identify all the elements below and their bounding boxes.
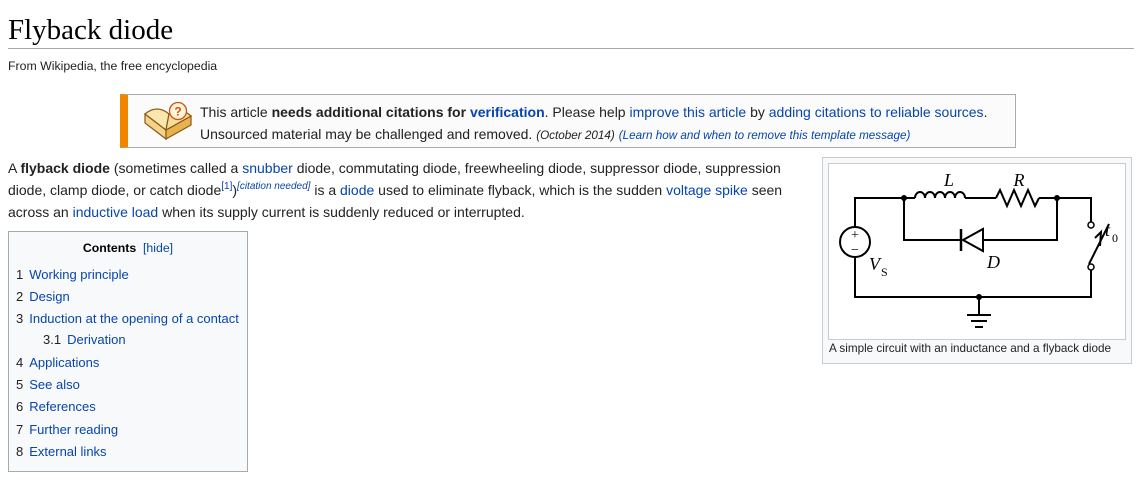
wire-top-left	[854, 197, 904, 227]
toc-hide-toggle[interactable]: [hide]	[143, 241, 173, 255]
book-question-icon: ?	[144, 101, 193, 141]
toc-item-derivation[interactable]: 3.1 Derivation	[43, 332, 126, 347]
inductive-load-link[interactable]: inductive load	[73, 204, 159, 220]
notice-line-2: Unsourced material may be challenged and…	[200, 126, 911, 142]
toc-title: Contents	[82, 241, 137, 255]
toc-item-see-also[interactable]: 5 See also	[16, 377, 80, 392]
switch-contact-top	[1087, 221, 1095, 229]
toc-item-induction[interactable]: 3 Induction at the opening of a contact	[16, 311, 239, 326]
junction-dot-3	[976, 294, 982, 300]
diode-symbol	[960, 227, 984, 253]
diode-label: D	[986, 252, 1000, 272]
svg-text:?: ?	[174, 105, 181, 119]
remove-template-link[interactable]: (Learn how and when to remove this templ…	[619, 129, 911, 142]
junction-dot-1	[901, 195, 907, 201]
toc-item-applications[interactable]: 4 Applications	[16, 355, 99, 370]
circuit-diagram: + − L R D V S t 0	[839, 170, 1118, 328]
inductor-coil	[914, 191, 966, 199]
term-bold: flyback diode	[20, 160, 110, 176]
verification-link[interactable]: verification	[470, 104, 545, 120]
switch-contact-bottom	[1087, 263, 1095, 271]
site-subtitle: From Wikipedia, the free encyclopedia	[8, 59, 218, 73]
toc-header: Contents [hide]	[9, 241, 247, 255]
citation-needed-link[interactable]: [citation needed]	[237, 181, 310, 192]
notice-text: This article needs additional citations …	[200, 101, 987, 147]
toc-item-external-links[interactable]: 8 External links	[16, 444, 107, 459]
resistor-label: R	[1013, 170, 1025, 190]
diode-link[interactable]: diode	[340, 182, 374, 198]
circuit-image[interactable]: + − L R D V S t 0	[828, 163, 1126, 340]
table-of-contents: Contents [hide] 1 Working principle 2 Desi…	[8, 231, 248, 472]
source-minus-label: −	[851, 243, 859, 258]
citation-notice-box: ? This article needs additional citation…	[120, 94, 1016, 148]
adding-citations-link[interactable]: adding citations to reliable sources	[769, 104, 984, 120]
notice-date: (October 2014)	[536, 129, 615, 142]
toc-item-further-reading[interactable]: 7 Further reading	[16, 422, 118, 437]
time-label: t	[1105, 220, 1111, 240]
snubber-link[interactable]: snubber	[242, 160, 293, 176]
voltage-spike-link[interactable]: voltage spike	[666, 182, 748, 198]
time-sub-label: 0	[1112, 231, 1118, 245]
toc-item-references[interactable]: 6 References	[16, 399, 96, 414]
lead-paragraph: A flyback diode (sometimes called a snub…	[8, 160, 783, 220]
inductor-label: L	[943, 170, 954, 190]
notice-line-1: This article needs additional citations …	[200, 104, 988, 120]
toc-item-working-principle[interactable]: 1 Working principle	[16, 267, 129, 282]
voltage-sub-label: S	[881, 265, 888, 279]
source-plus-label: +	[851, 228, 859, 243]
junction-dot-2	[1054, 195, 1060, 201]
figure-caption: A simple circuit with an inductance and …	[829, 342, 1111, 355]
toc-item-design[interactable]: 2 Design	[16, 289, 70, 304]
title-divider	[8, 48, 1134, 49]
improve-article-link[interactable]: improve this article	[629, 104, 746, 120]
resistor-zigzag	[995, 187, 1040, 209]
circuit-figure: + − L R D V S t 0 A simple circuit with …	[822, 157, 1132, 364]
wire-top-right	[1039, 197, 1092, 222]
page-title: Flyback diode	[8, 14, 174, 46]
wire-bottom	[854, 257, 1092, 298]
reference-1-link[interactable]: [1]	[221, 181, 232, 192]
